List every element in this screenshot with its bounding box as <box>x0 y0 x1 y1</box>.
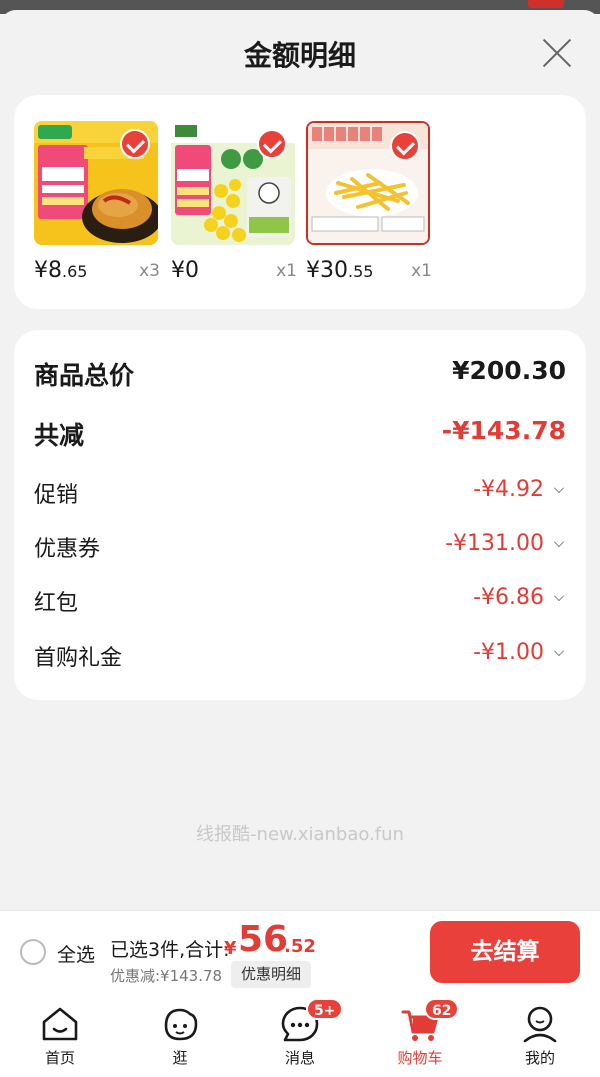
coupon-row[interactable]: 优惠券 -¥131.00 <box>34 527 566 567</box>
tab-home[interactable]: 首页 <box>0 996 120 1077</box>
promotion-label: 促销 <box>34 483 79 508</box>
tab-label: 逛 <box>172 1049 188 1067</box>
bottom-tab-bar: 首页 逛 5+ 消息 62 购物车 我的 <box>0 996 600 1077</box>
chicken-cutlet-product-image <box>34 121 158 245</box>
selected-check-icon <box>390 131 420 161</box>
tab-label: 消息 <box>284 1049 315 1067</box>
first-purchase-gift-row[interactable]: 首购礼金 -¥1.00 <box>34 636 566 676</box>
select-all-checkbox[interactable] <box>20 939 46 965</box>
select-all-label[interactable]: 全选 <box>57 940 95 967</box>
product-price: ¥8.65 <box>34 258 88 283</box>
amount-detail-sheet: 金额明细 ¥8.65 x3 ¥0 x1 ¥30.55 x1 商品总价 ¥200.… <box>0 10 600 910</box>
tab-label: 我的 <box>524 1049 555 1067</box>
product-item[interactable]: ¥30.55 x1 <box>306 121 432 283</box>
total-amount-integer: 56 <box>238 919 289 960</box>
total-price-label: 商品总价 <box>34 361 135 390</box>
chevron-down-icon <box>554 483 564 493</box>
checkout-button[interactable]: 去结算 <box>430 921 580 983</box>
product-item[interactable]: ¥0 x1 <box>171 121 297 283</box>
french-fries-product-image <box>306 121 430 245</box>
tab-profile[interactable]: 我的 <box>480 996 600 1077</box>
total-price-value: ¥200.30 <box>452 356 566 385</box>
tab-messages[interactable]: 5+ 消息 <box>240 996 360 1077</box>
watermark: 线报酷-new.xianbao.fun <box>196 824 404 845</box>
product-price: ¥0 <box>171 258 199 283</box>
profile-icon <box>523 1006 557 1043</box>
selected-count-text: 已选3件,合计: <box>110 939 230 961</box>
total-reduction-value: -¥143.78 <box>441 416 566 445</box>
chevron-down-icon <box>554 537 564 547</box>
tab-cart[interactable]: 62 购物车 <box>360 996 480 1077</box>
product-quantity: x1 <box>411 261 432 281</box>
sweet-corn-product-image <box>171 121 295 245</box>
discount-detail-button[interactable]: 优惠明细 <box>231 961 312 988</box>
total-amount-decimal: .52 <box>284 936 316 957</box>
close-icon[interactable] <box>540 36 574 70</box>
coupon-label: 优惠券 <box>34 537 101 562</box>
product-list-card: ¥8.65 x3 ¥0 x1 ¥30.55 x1 <box>14 95 586 309</box>
tab-label: 首页 <box>44 1049 75 1067</box>
red-packet-label: 红包 <box>34 591 79 616</box>
selected-check-icon <box>257 129 287 159</box>
promotion-value: -¥4.92 <box>473 477 544 502</box>
selected-check-icon <box>120 129 150 159</box>
discount-summary-text: 优惠减:¥143.78 <box>110 967 223 985</box>
home-icon <box>42 1007 78 1041</box>
promotion-row[interactable]: 促销 -¥4.92 <box>34 473 566 513</box>
tab-label: 购物车 <box>397 1049 443 1067</box>
checkout-bar: 全选 已选3件,合计: ¥ 56 .52 优惠减:¥143.78 优惠明细 去结… <box>0 910 600 996</box>
first-purchase-gift-value: -¥1.00 <box>473 640 544 665</box>
chevron-down-icon <box>554 591 564 601</box>
price-summary-card: 商品总价 ¥200.30 共减 -¥143.78 促销 -¥4.92 优惠券 -… <box>14 330 586 700</box>
first-purchase-gift-label: 首购礼金 <box>34 646 123 671</box>
sheet-title: 金额明细 <box>243 39 356 72</box>
coupon-value: -¥131.00 <box>445 531 544 556</box>
product-price: ¥30.55 <box>306 258 374 283</box>
browse-face-icon <box>164 1008 198 1041</box>
total-reduction-label: 共减 <box>34 421 85 450</box>
cart-badge: 62 <box>424 998 460 1020</box>
tab-browse[interactable]: 逛 <box>120 996 240 1077</box>
red-packet-value: -¥6.86 <box>473 585 544 610</box>
underlying-red-tag <box>528 0 564 8</box>
chevron-down-icon <box>554 646 564 656</box>
total-price-row: 商品总价 ¥200.30 <box>34 356 566 396</box>
message-badge: 5+ <box>306 998 344 1020</box>
product-quantity: x3 <box>139 261 160 281</box>
product-quantity: x1 <box>276 261 297 281</box>
red-packet-row[interactable]: 红包 -¥6.86 <box>34 581 566 621</box>
product-item[interactable]: ¥8.65 x3 <box>34 121 160 283</box>
total-currency: ¥ <box>224 938 237 959</box>
total-reduction-row: 共减 -¥143.78 <box>34 416 566 456</box>
